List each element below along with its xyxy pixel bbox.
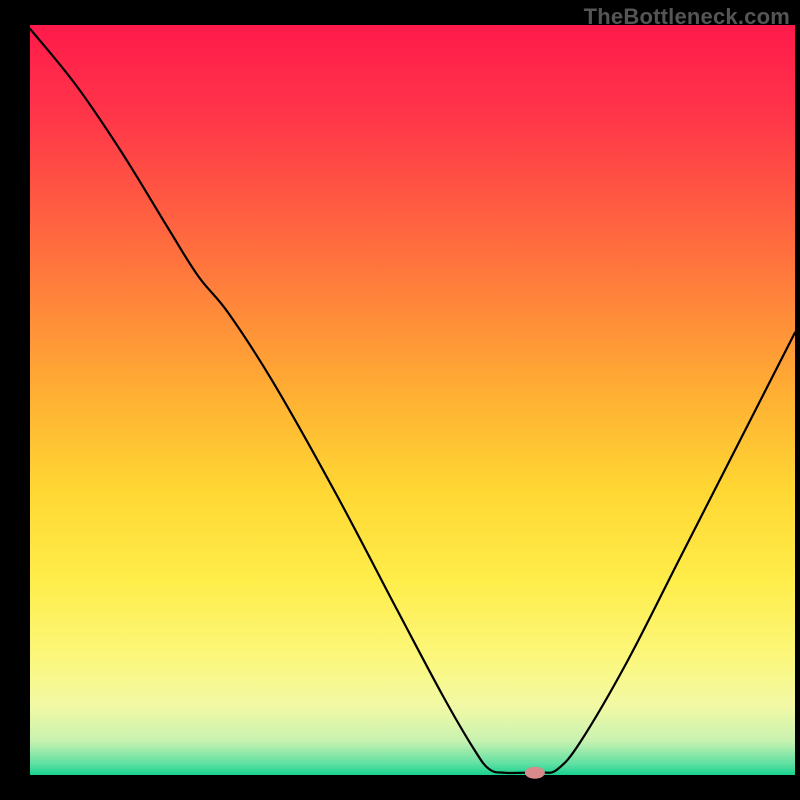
chart-container: TheBottleneck.com xyxy=(0,0,800,800)
bottleneck-chart xyxy=(0,0,800,800)
optimal-marker xyxy=(525,767,545,779)
chart-gradient-background xyxy=(30,25,795,775)
watermark-text: TheBottleneck.com xyxy=(584,4,790,30)
